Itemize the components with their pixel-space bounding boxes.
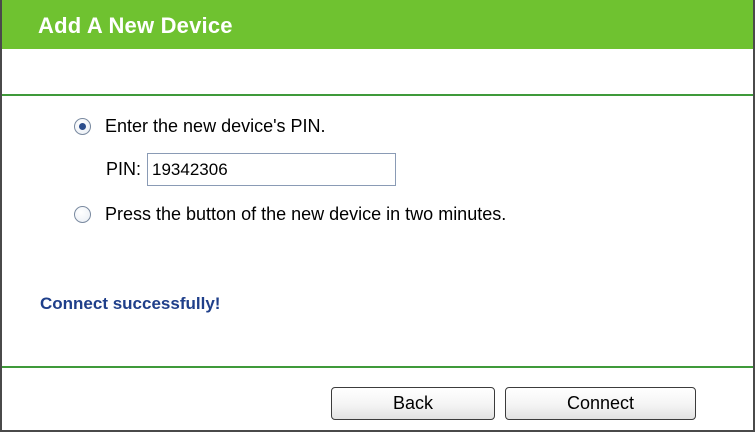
option-enter-pin-label: Enter the new device's PIN. [105, 116, 326, 136]
connect-button[interactable]: Connect [505, 387, 696, 420]
pin-label: PIN: [106, 159, 142, 179]
pin-input[interactable] [147, 153, 397, 186]
page-title: Add A New Device [38, 13, 233, 38]
status-message: Connect successfully! [40, 294, 221, 313]
pin-row: PIN: [106, 153, 397, 186]
radio-push-button[interactable] [74, 206, 91, 223]
panel-header: Add A New Device [2, 0, 753, 49]
add-device-panel: Add A New Device Enter the new device's … [0, 0, 755, 432]
divider-bottom [2, 366, 753, 368]
option-push-button-label: Press the button of the new device in tw… [105, 204, 507, 224]
option-push-button[interactable]: Press the button of the new device in tw… [74, 204, 506, 225]
back-button[interactable]: Back [331, 387, 495, 420]
divider-top [2, 94, 753, 96]
option-enter-pin[interactable]: Enter the new device's PIN. [74, 116, 326, 137]
radio-enter-pin[interactable] [74, 118, 91, 135]
